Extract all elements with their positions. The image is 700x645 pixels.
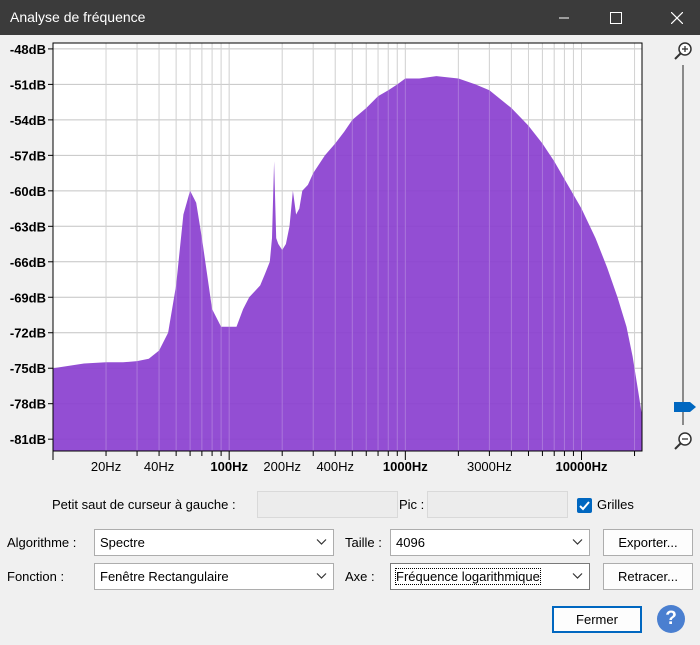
replot-button[interactable]: Retracer... xyxy=(603,563,693,590)
function-label: Fonction : xyxy=(7,569,65,584)
size-select[interactable]: 4096 xyxy=(390,529,590,556)
zoom-out-icon[interactable] xyxy=(674,432,692,450)
x-tick-label: 10000Hz xyxy=(555,459,608,474)
close-button[interactable]: Fermer xyxy=(552,606,642,633)
y-tick-label: -78dB xyxy=(10,397,46,412)
cursor-field xyxy=(257,491,398,518)
function-value: Fenêtre Rectangulaire xyxy=(100,569,229,584)
x-tick-label: 100Hz xyxy=(210,459,248,474)
y-tick-label: -72dB xyxy=(10,326,46,341)
y-tick-label: -63dB xyxy=(10,219,46,234)
minimize-icon xyxy=(559,17,569,18)
title-bar: Analyse de fréquence xyxy=(0,0,700,35)
function-select[interactable]: Fenêtre Rectangulaire xyxy=(94,563,334,590)
size-label: Taille : xyxy=(345,535,382,550)
y-tick-label: -57dB xyxy=(10,148,46,163)
maximize-icon xyxy=(610,11,622,24)
zoom-slider-thumb[interactable] xyxy=(674,402,696,412)
axis-value: Fréquence logarithmique xyxy=(395,568,541,585)
maximize-button[interactable] xyxy=(593,0,639,35)
window-title: Analyse de fréquence xyxy=(10,9,146,25)
grids-label[interactable]: Grilles xyxy=(597,497,634,512)
spectrum-chart[interactable]: -48dB -51dB -54dB -57dB -60dB -63dB -66dB -69dB… xyxy=(0,35,700,480)
peak-label: Pic : xyxy=(399,497,425,512)
cursor-label: Petit saut de curseur à gauche : xyxy=(52,497,236,512)
spectrum-panel: -48dB -51dB -54dB -57dB -60dB -63dB -66dB -69dB… xyxy=(0,35,700,480)
y-tick-label: -66dB xyxy=(10,255,46,270)
x-tick-label: 400Hz xyxy=(316,459,354,474)
size-value: 4096 xyxy=(396,535,425,550)
chevron-down-icon xyxy=(572,573,583,579)
close-icon xyxy=(671,11,683,24)
x-tick-label: 3000Hz xyxy=(467,459,512,474)
chevron-down-icon xyxy=(316,573,327,579)
peak-field xyxy=(427,491,568,518)
y-tick-label: -51dB xyxy=(10,77,46,92)
y-tick-label: -75dB xyxy=(10,361,46,376)
export-button[interactable]: Exporter... xyxy=(603,529,693,556)
algorithm-value: Spectre xyxy=(100,535,145,550)
chevron-down-icon xyxy=(316,539,327,545)
y-tick-label: -69dB xyxy=(10,290,46,305)
help-button[interactable]: ? xyxy=(657,605,685,633)
minimize-button[interactable] xyxy=(541,0,587,35)
x-tick-label: 40Hz xyxy=(144,459,174,474)
axis-select[interactable]: Fréquence logarithmique xyxy=(390,563,590,590)
grids-checkbox[interactable] xyxy=(577,498,592,513)
y-tick-label: -54dB xyxy=(10,113,46,128)
algorithm-label: Algorithme : xyxy=(7,535,77,550)
x-tick-label: 200Hz xyxy=(263,459,301,474)
x-tick-label: 20Hz xyxy=(91,459,121,474)
algorithm-select[interactable]: Spectre xyxy=(94,529,334,556)
y-tick-label: -60dB xyxy=(10,184,46,199)
close-window-button[interactable] xyxy=(654,0,700,35)
axis-label: Axe : xyxy=(345,569,375,584)
y-tick-label: -48dB xyxy=(10,42,46,57)
checkmark-icon xyxy=(579,501,590,511)
x-tick-label: 1000Hz xyxy=(383,459,428,474)
chevron-down-icon xyxy=(572,539,583,545)
zoom-in-icon[interactable] xyxy=(674,42,692,60)
y-tick-label: -81dB xyxy=(10,432,46,447)
